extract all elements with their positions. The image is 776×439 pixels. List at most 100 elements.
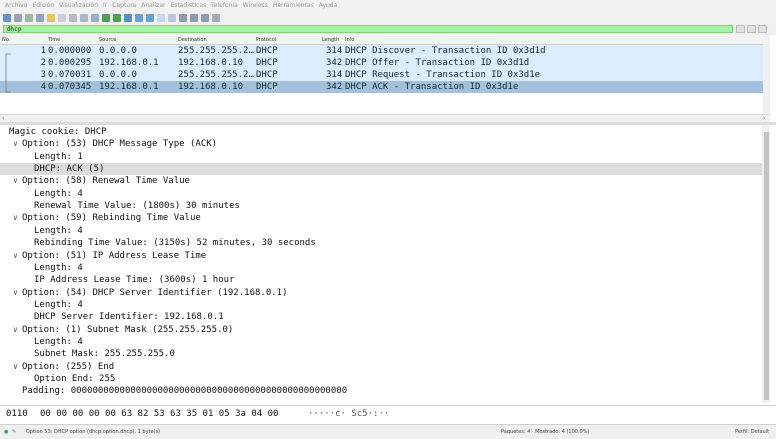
menu-item-5[interactable]: Analizar [141, 2, 165, 9]
options-icon[interactable] [36, 13, 44, 22]
status-bar: ● ✎ Option 53: DHCP option (dhcp.option.… [0, 424, 776, 439]
go-back-icon[interactable] [102, 13, 110, 22]
zoom-in-icon[interactable] [179, 13, 187, 22]
detail-tree-item[interactable]: Length: 4 [0, 262, 762, 274]
packet-cell-time: 0.070345 [48, 82, 92, 92]
packet-details-scroll-thumb[interactable] [764, 132, 769, 400]
detail-tree-item[interactable]: DHCP: ACK (5) [0, 163, 762, 176]
packet-row[interactable]: 3 0.070031 0.0.0.0 255.255.255.2… DHCP 314 DHC… [0, 69, 770, 81]
detail-tree-item[interactable]: Renewal Time Value: (1800s) 30 minutes [0, 200, 762, 212]
detail-tree-text: Length: 4 [34, 299, 83, 310]
save-file-icon[interactable] [58, 13, 66, 22]
column-header-info[interactable]: Info [345, 37, 354, 43]
detail-tree-item[interactable]: ∨ Option: (51) IP Address Lease Time [0, 250, 762, 262]
detail-tree-item[interactable]: DHCP Server Identifier: 192.168.0.1 [0, 311, 762, 323]
detail-tree-text: Padding: 0000000000000000000000000000000… [22, 386, 348, 397]
detail-tree-item[interactable]: ∨ Option: (59) Rebinding Time Value [0, 212, 762, 224]
detail-tree-item[interactable]: Length: 4 [0, 336, 762, 348]
detail-tree-item[interactable]: Length: 4 [0, 188, 762, 200]
detail-tree-item[interactable]: IP Address Lease Time: (3600s) 1 hour [0, 274, 762, 286]
detail-tree-text: DHCP Server Identifier: 192.168.0.1 [34, 312, 224, 323]
detail-tree-item[interactable]: Length: 4 [0, 225, 762, 237]
scroll-right-icon[interactable]: › [763, 115, 765, 122]
scroll-left-icon[interactable]: ‹ [2, 115, 4, 122]
expand-toggle-icon[interactable]: ∨ [13, 324, 18, 336]
expand-toggle-icon[interactable]: ∨ [13, 175, 18, 187]
bytes-hex[interactable]: 00 00 00 00 00 63 82 53 63 35 01 05 3a 0… [40, 409, 278, 419]
column-header-no[interactable]: No. [2, 37, 10, 43]
zoom-out-icon[interactable] [190, 13, 198, 22]
menu-item-1[interactable]: Edición [32, 2, 54, 9]
detail-tree-text: Rebinding Time Value: (3150s) 52 minutes… [34, 238, 316, 249]
packet-row[interactable]: 1 0.000000 0.0.0.0 255.255.255.2… DHCP 314 DHC… [0, 45, 770, 57]
filter-dropdown-icon[interactable] [747, 25, 756, 33]
packet-cell-length: 314 [326, 70, 343, 80]
detail-tree-item[interactable]: Length: 1 [0, 151, 762, 163]
clear-filter-icon[interactable] [736, 25, 745, 33]
packet-list-vertical-scrollbar[interactable] [763, 44, 770, 118]
packet-cell-protocol: DHCP [256, 70, 278, 80]
menu-item-9[interactable]: Herramientas [273, 2, 314, 9]
detail-tree-item[interactable]: ∨ Option: (255) End [0, 361, 762, 373]
zoom-normal-icon[interactable] [201, 13, 209, 22]
stop-icon[interactable] [14, 13, 22, 22]
expand-toggle-icon[interactable]: ∨ [13, 212, 18, 224]
display-filter-input[interactable]: dhcp [3, 25, 733, 33]
packet-cell-info: DHCP ACK - Transaction ID 0x3d1e [345, 82, 519, 92]
packet-row[interactable]: 4 0.070345 192.168.0.1 192.168.0.10 DHCP 342 D… [0, 81, 770, 93]
column-header-source[interactable]: Source [99, 37, 116, 43]
close-file-icon[interactable] [69, 13, 77, 22]
reload-icon[interactable] [80, 13, 88, 22]
packet-list: No. Time Source Destination Protocol Len… [0, 35, 770, 118]
expert-info-icon[interactable]: ● [4, 429, 8, 435]
status-field-info: Option 53: DHCP option (dhcp.option.dhcp… [26, 429, 161, 435]
packet-bytes-pane: 0110 00 00 00 00 00 63 82 53 63 35 01 05… [0, 405, 776, 425]
menu-item-7[interactable]: Telefonía [211, 2, 238, 9]
column-header-protocol[interactable]: Protocol [256, 37, 276, 43]
restart-icon[interactable] [25, 13, 33, 22]
column-header-length[interactable]: Length [322, 37, 339, 43]
column-header-time[interactable]: Time [48, 37, 60, 43]
menu-item-6[interactable]: Estadísticas [170, 2, 206, 9]
last-packet-icon[interactable] [146, 13, 154, 22]
edit-comment-icon[interactable]: ✎ [12, 429, 16, 435]
menu-item-2[interactable]: Visualización [59, 2, 98, 9]
detail-tree-item[interactable]: Padding: 0000000000000000000000000000000… [0, 385, 762, 397]
open-file-icon[interactable] [47, 13, 55, 22]
detail-tree-item[interactable]: ∨ Option: (54) DHCP Server Identifier (19… [0, 287, 762, 299]
detail-tree-item[interactable]: Option End: 255 [0, 373, 762, 385]
menu-item-10[interactable]: Ayuda [319, 2, 338, 9]
packet-cell-info: DHCP Discover - Transaction ID 0x3d1d [345, 46, 546, 56]
detail-tree-item[interactable]: ∨ Option: (58) Renewal Time Value [0, 175, 762, 187]
add-filter-button-icon[interactable] [758, 25, 767, 33]
packet-cell-destination: 192.168.0.10 [178, 58, 244, 68]
packet-row[interactable]: 2 0.000295 192.168.0.1 192.168.0.10 DHCP 342 D… [0, 57, 770, 69]
status-profile[interactable]: Perfil: Default [735, 429, 769, 435]
find-icon[interactable] [91, 13, 99, 22]
packet-cell-source: 192.168.0.1 [99, 82, 159, 92]
menu-item-3[interactable]: Ir [103, 2, 107, 9]
packet-cell-time: 0.000295 [48, 58, 92, 68]
bytes-ascii[interactable]: ·····c· Sc5·:·· [308, 409, 389, 419]
detail-tree-item[interactable]: ∨ Option: (1) Subnet Mask (255.255.255.0) [0, 324, 762, 336]
expand-toggle-icon[interactable]: ∨ [13, 138, 18, 150]
column-header-destination[interactable]: Destination [178, 37, 207, 43]
menu-item-8[interactable]: Wireless [243, 2, 268, 9]
detail-tree-item[interactable]: ∨ Option: (53) DHCP Message Type (ACK) [0, 138, 762, 150]
detail-tree-item[interactable]: Length: 4 [0, 299, 762, 311]
go-forward-icon[interactable] [113, 13, 121, 22]
detail-tree-item[interactable]: Rebinding Time Value: (3150s) 52 minutes… [0, 237, 762, 249]
first-packet-icon[interactable] [135, 13, 143, 22]
go-to-packet-icon[interactable] [124, 13, 132, 22]
shark-fin-start-icon[interactable] [3, 13, 11, 22]
expand-toggle-icon[interactable]: ∨ [13, 250, 18, 262]
detail-tree-item[interactable]: Magic cookie: DHCP [0, 126, 762, 138]
expand-toggle-icon[interactable]: ∨ [13, 287, 18, 299]
menu-item-4[interactable]: Captura [112, 2, 136, 9]
detail-tree-item[interactable]: Subnet Mask: 255.255.255.0 [0, 348, 762, 360]
colorize-icon[interactable] [168, 13, 176, 22]
resize-columns-icon[interactable] [212, 13, 220, 22]
autoscroll-icon[interactable] [157, 13, 165, 22]
menu-item-0[interactable]: Archivo [5, 2, 27, 9]
expand-toggle-icon[interactable]: ∨ [13, 361, 18, 373]
